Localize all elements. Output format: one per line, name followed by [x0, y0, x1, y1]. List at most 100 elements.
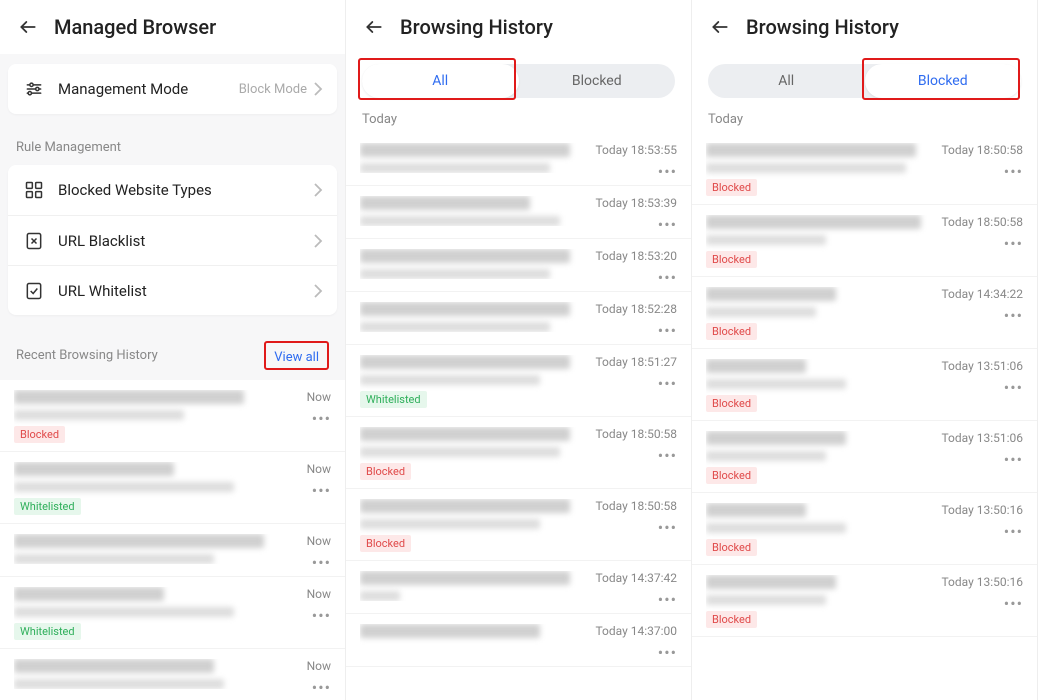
back-button[interactable] — [706, 13, 734, 41]
pane-history-all: Browsing History All Blocked Today Today… — [346, 0, 692, 700]
page-title: Browsing History — [400, 15, 553, 39]
more-button[interactable]: ••• — [1003, 527, 1023, 537]
history-list: Blocked Today 18:50:58 ••• Blocked Today… — [692, 133, 1037, 699]
more-button[interactable]: ••• — [311, 414, 331, 424]
history-item[interactable]: Today 18:53:39 ••• — [346, 186, 691, 239]
whitelist-icon — [22, 281, 46, 301]
grid-icon — [22, 180, 46, 200]
chevron-right-icon — [313, 234, 323, 248]
history-item-url — [360, 163, 550, 173]
recent-history-header: Recent Browsing History View all — [0, 325, 345, 380]
blacklist-icon — [22, 231, 46, 251]
segmented-control: All Blocked — [362, 64, 675, 98]
history-item-title — [360, 249, 570, 263]
more-button[interactable]: ••• — [657, 220, 677, 230]
more-button[interactable]: ••• — [657, 326, 677, 336]
today-label: Today — [692, 104, 1037, 133]
recent-history-list: Blocked Now ••• Whitelisted Now ••• — [0, 380, 345, 700]
more-button[interactable]: ••• — [311, 611, 331, 621]
status-tag: Blocked — [360, 463, 411, 480]
status-tag: Blocked — [360, 535, 411, 552]
history-item[interactable]: Blocked Today 13:50:16 ••• — [692, 565, 1037, 637]
history-item[interactable]: Blocked Today 18:50:58 ••• — [692, 205, 1037, 277]
pane-managed-browser: Managed Browser Management Mode Block Mo… — [0, 0, 346, 700]
history-item-url — [360, 519, 540, 529]
more-button[interactable]: ••• — [657, 451, 677, 461]
more-button[interactable]: ••• — [311, 683, 331, 693]
history-item[interactable]: Now ••• — [0, 524, 345, 577]
history-item-title — [360, 143, 570, 157]
back-button[interactable] — [14, 13, 42, 41]
history-item-url — [706, 307, 816, 317]
history-item[interactable]: Today 14:37:42 ••• — [346, 561, 691, 614]
history-item-title — [14, 390, 244, 404]
history-item-time: Now — [307, 587, 331, 601]
tab-all[interactable]: All — [708, 64, 865, 98]
more-button[interactable]: ••• — [657, 379, 677, 389]
pane-history-blocked: Browsing History All Blocked Today Block… — [692, 0, 1038, 700]
history-item[interactable]: Blocked Today 13:51:06 ••• — [692, 421, 1037, 493]
history-item[interactable]: Blocked Today 14:34:22 ••• — [692, 277, 1037, 349]
more-button[interactable]: ••• — [657, 648, 677, 658]
history-item[interactable]: Blocked Today 18:50:58 ••• — [346, 489, 691, 561]
history-item-url — [706, 163, 906, 173]
history-item-title — [360, 571, 570, 585]
history-item-title — [360, 427, 570, 441]
management-mode-row[interactable]: Management Mode Block Mode — [8, 64, 337, 114]
history-item[interactable]: Whitelisted Now ••• — [0, 452, 345, 524]
blocked-types-row[interactable]: Blocked Website Types — [8, 165, 337, 215]
history-item-title — [706, 575, 836, 589]
history-item-url — [14, 607, 234, 617]
more-button[interactable]: ••• — [311, 486, 331, 496]
history-item[interactable]: Blocked Today 18:50:58 ••• — [346, 417, 691, 489]
more-button[interactable]: ••• — [1003, 383, 1023, 393]
history-item[interactable]: Blocked Today 18:50:58 ••• — [692, 133, 1037, 205]
history-item-url — [14, 679, 224, 689]
more-button[interactable]: ••• — [311, 558, 331, 568]
history-item[interactable]: Today 18:53:55 ••• — [346, 133, 691, 186]
view-all-link[interactable]: View all — [274, 350, 319, 365]
tab-blocked[interactable]: Blocked — [865, 64, 1022, 98]
arrow-left-icon — [710, 17, 730, 37]
sliders-icon — [22, 79, 46, 99]
history-item[interactable]: Blocked Today 13:50:16 ••• — [692, 493, 1037, 565]
history-item-time: Now — [307, 659, 331, 673]
mgmt-mode-value: Block Mode — [239, 82, 307, 97]
page-title: Managed Browser — [54, 15, 216, 39]
more-button[interactable]: ••• — [1003, 455, 1023, 465]
history-item[interactable]: Whitelisted Now ••• — [0, 577, 345, 649]
more-button[interactable]: ••• — [657, 273, 677, 283]
more-button[interactable]: ••• — [657, 595, 677, 605]
history-item-time: Today 13:51:06 — [941, 359, 1023, 373]
status-tag: Blocked — [706, 179, 757, 196]
history-item-title — [706, 215, 921, 229]
tab-all[interactable]: All — [362, 64, 519, 98]
history-item[interactable]: Blocked Now ••• — [0, 380, 345, 452]
more-button[interactable]: ••• — [1003, 167, 1023, 177]
history-item[interactable]: Whitelisted Today 18:51:27 ••• — [346, 345, 691, 417]
more-button[interactable]: ••• — [657, 167, 677, 177]
history-item[interactable]: Today 14:37:00 ••• — [346, 614, 691, 667]
url-blacklist-row[interactable]: URL Blacklist — [8, 215, 337, 265]
mgmt-mode-label: Management Mode — [58, 80, 239, 98]
history-item[interactable]: Today 18:53:20 ••• — [346, 239, 691, 292]
url-whitelist-row[interactable]: URL Whitelist — [8, 265, 337, 315]
history-item[interactable]: Now ••• — [0, 649, 345, 700]
more-button[interactable]: ••• — [657, 523, 677, 533]
more-button[interactable]: ••• — [1003, 311, 1023, 321]
more-button[interactable]: ••• — [1003, 599, 1023, 609]
history-item-url — [706, 379, 846, 389]
more-button[interactable]: ••• — [1003, 239, 1023, 249]
history-item-url — [360, 447, 560, 457]
history-item-time: Today 13:50:16 — [941, 503, 1023, 517]
history-item[interactable]: Blocked Today 13:51:06 ••• — [692, 349, 1037, 421]
status-tag: Blocked — [706, 467, 757, 484]
back-button[interactable] — [360, 13, 388, 41]
recent-history-label: Recent Browsing History — [16, 348, 158, 363]
arrow-left-icon — [364, 17, 384, 37]
segmented-control-wrap: All Blocked — [692, 54, 1037, 104]
tab-blocked[interactable]: Blocked — [519, 64, 676, 98]
status-tag: Blocked — [706, 539, 757, 556]
history-item[interactable]: Today 18:52:28 ••• — [346, 292, 691, 345]
history-item-time: Now — [307, 390, 331, 404]
